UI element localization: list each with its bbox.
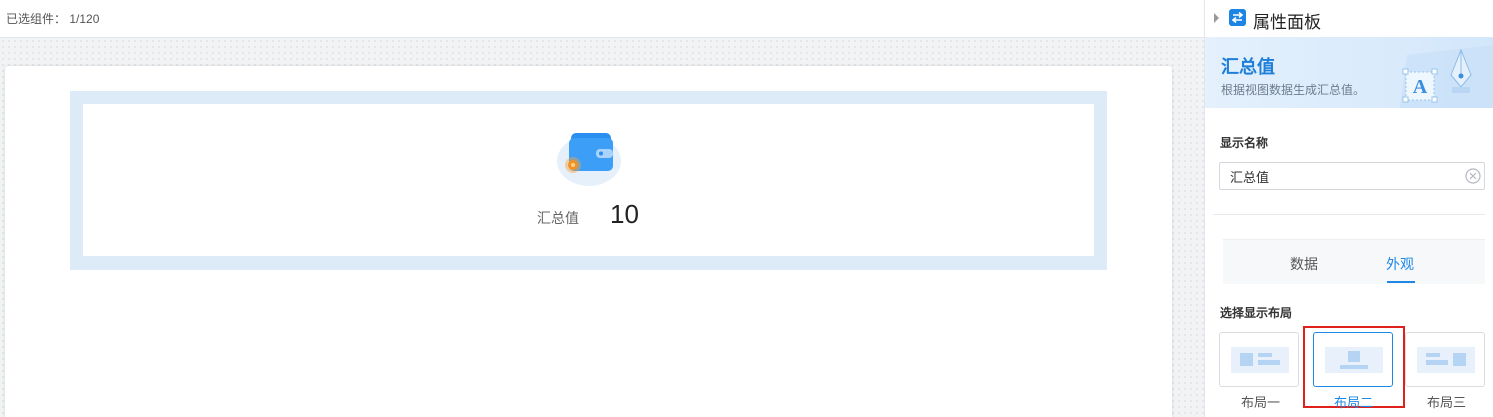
collapse-caret-icon[interactable]: [1214, 13, 1219, 23]
summary-widget-selection[interactable]: 汇总值 10: [70, 91, 1107, 270]
display-name-input[interactable]: [1219, 162, 1485, 190]
layout-option-3[interactable]: [1405, 332, 1485, 387]
property-panel: 属性面板 汇总值 根据视图数据生成汇总值。 A 显示名称 数据 外观 选择显示布…: [1204, 0, 1493, 417]
editor-topbar: 已选组件： 1/120: [0, 0, 1204, 38]
summary-widget[interactable]: 汇总值 10: [83, 104, 1094, 256]
tab-appearance[interactable]: 外观: [1386, 254, 1414, 274]
layout-option-1-label: 布局一: [1241, 395, 1281, 410]
banner-title: 汇总值: [1221, 57, 1275, 77]
display-name-label: 显示名称: [1220, 136, 1269, 150]
panel-header: 属性面板: [1205, 0, 1493, 37]
property-tabs: 数据 外观: [1223, 239, 1485, 284]
design-canvas: 汇总值 10: [0, 38, 1204, 417]
swap-icon: [1229, 9, 1246, 26]
banner-description: 根据视图数据生成汇总值。: [1221, 83, 1366, 97]
component-banner: 汇总值 根据视图数据生成汇总值。 A: [1205, 37, 1493, 108]
layout-3-preview-icon: [1417, 347, 1475, 373]
svg-text:A: A: [1413, 76, 1428, 98]
summary-label: 汇总值: [537, 210, 579, 226]
tab-data[interactable]: 数据: [1290, 254, 1318, 274]
summary-value: 10: [610, 199, 639, 229]
clear-input-icon[interactable]: [1465, 168, 1481, 184]
layout-2-preview-icon: [1325, 347, 1383, 373]
section-divider: [1213, 214, 1485, 215]
layout-option-3-label: 布局三: [1427, 395, 1467, 410]
layout-1-preview-icon: [1231, 347, 1289, 373]
wallet-icon: [557, 133, 621, 186]
page-card: 汇总值 10: [5, 66, 1172, 417]
layout-section-label: 选择显示布局: [1220, 306, 1293, 320]
layout-option-1[interactable]: [1219, 332, 1299, 387]
text-pen-illustration-icon: A: [1400, 45, 1493, 108]
layout-option-2[interactable]: [1313, 332, 1393, 387]
selected-components-count: 已选组件： 1/120: [6, 12, 100, 26]
active-tab-indicator: [1387, 281, 1415, 283]
layout-option-2-label: 布局二: [1334, 395, 1374, 410]
panel-title: 属性面板: [1253, 13, 1321, 32]
